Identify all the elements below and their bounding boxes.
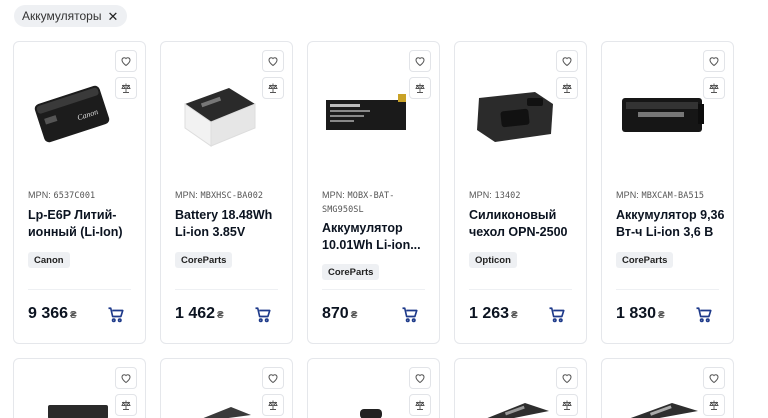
mpn: MPN: MBXCAM-BA515 xyxy=(616,190,705,201)
brand-badge: Canon xyxy=(28,252,70,268)
product-image[interactable] xyxy=(201,405,251,418)
favorite-button[interactable] xyxy=(556,367,578,389)
product-card[interactable]: MPN: 13402 Силиконовый чехол OPN-2500 Op… xyxy=(454,41,587,344)
divider xyxy=(469,289,572,290)
product-card[interactable]: MPN: MBXCAM-BA515 Аккумулятор 9,36 Вт-ч … xyxy=(601,41,734,344)
price: 1 263 ₴ xyxy=(469,305,518,322)
product-card[interactable] xyxy=(601,358,734,418)
heart-icon xyxy=(709,374,719,384)
favorite-button[interactable] xyxy=(262,367,284,389)
compare-button[interactable] xyxy=(115,394,137,416)
product-title[interactable]: Lp-E6P Литий-ионный (Li-Ion) xyxy=(28,207,140,241)
product-card[interactable] xyxy=(13,358,146,418)
compare-button[interactable] xyxy=(262,394,284,416)
scales-icon xyxy=(562,400,572,410)
brand-badge: Opticon xyxy=(469,252,517,268)
scales-icon xyxy=(415,400,425,410)
cart-icon[interactable] xyxy=(695,306,713,324)
mpn: MPN: 6537C001 xyxy=(28,190,96,201)
price: 1 830 ₴ xyxy=(616,305,665,322)
product-card[interactable]: MPN: MBXHSC-BA002 Battery 18.48Wh Li-ion… xyxy=(160,41,293,344)
product-image[interactable] xyxy=(167,54,271,174)
divider xyxy=(175,289,278,290)
product-title[interactable]: Силиконовый чехол OPN-2500 xyxy=(469,207,581,241)
product-image[interactable] xyxy=(48,403,108,418)
cart-icon[interactable] xyxy=(548,306,566,324)
mpn: MPN: MOBX-BAT-SMG950SL xyxy=(322,190,395,215)
price: 870 ₴ xyxy=(322,305,358,322)
product-card[interactable] xyxy=(160,358,293,418)
cart-icon[interactable] xyxy=(107,306,125,324)
heart-icon xyxy=(121,374,131,384)
compare-button[interactable] xyxy=(409,394,431,416)
product-card[interactable] xyxy=(307,358,440,418)
divider xyxy=(322,289,425,290)
product-image[interactable] xyxy=(461,54,565,174)
product-image[interactable]: Canon xyxy=(20,54,124,174)
product-image[interactable] xyxy=(485,403,549,418)
mpn: MPN: MBXHSC-BA002 xyxy=(175,190,264,201)
brand-badge: CoreParts xyxy=(322,264,380,280)
mpn: MPN: 13402 xyxy=(469,190,521,201)
scales-icon xyxy=(121,400,131,410)
scales-icon xyxy=(268,400,278,410)
price: 9 366 ₴ xyxy=(28,305,77,322)
product-image[interactable] xyxy=(628,403,698,418)
heart-icon xyxy=(562,374,572,384)
favorite-button[interactable] xyxy=(703,367,725,389)
divider xyxy=(616,289,719,290)
remove-filter-icon[interactable]: ✕ xyxy=(107,10,118,23)
compare-button[interactable] xyxy=(556,394,578,416)
product-image[interactable] xyxy=(314,54,418,174)
product-title[interactable]: Аккумулятор 10.01Wh Li-ion... xyxy=(322,220,434,254)
product-title[interactable]: Аккумулятор 9,36 Вт-ч Li-ion 3,6 В xyxy=(616,207,728,241)
heart-icon xyxy=(415,374,425,384)
brand-badge: CoreParts xyxy=(175,252,233,268)
heart-icon xyxy=(268,374,278,384)
divider xyxy=(28,289,131,290)
price: 1 462 ₴ xyxy=(175,305,224,322)
cart-icon[interactable] xyxy=(401,306,419,324)
compare-button[interactable] xyxy=(703,394,725,416)
cart-icon[interactable] xyxy=(254,306,272,324)
brand-badge: CoreParts xyxy=(616,252,674,268)
filter-chip-label: Аккумуляторы xyxy=(22,9,102,23)
product-card[interactable]: MPN: MOBX-BAT-SMG950SL Аккумулятор 10.01… xyxy=(307,41,440,344)
filter-chip[interactable]: Аккумуляторы ✕ xyxy=(14,5,128,27)
product-image[interactable] xyxy=(356,407,386,418)
product-card[interactable] xyxy=(454,358,587,418)
product-card[interactable]: Canon MPN: 6537C001 Lp-E6P Литий-ионный … xyxy=(13,41,146,344)
favorite-button[interactable] xyxy=(409,367,431,389)
product-image[interactable] xyxy=(608,54,712,174)
favorite-button[interactable] xyxy=(115,367,137,389)
scales-icon xyxy=(709,400,719,410)
product-title[interactable]: Battery 18.48Wh Li-ion 3.85V xyxy=(175,207,287,241)
